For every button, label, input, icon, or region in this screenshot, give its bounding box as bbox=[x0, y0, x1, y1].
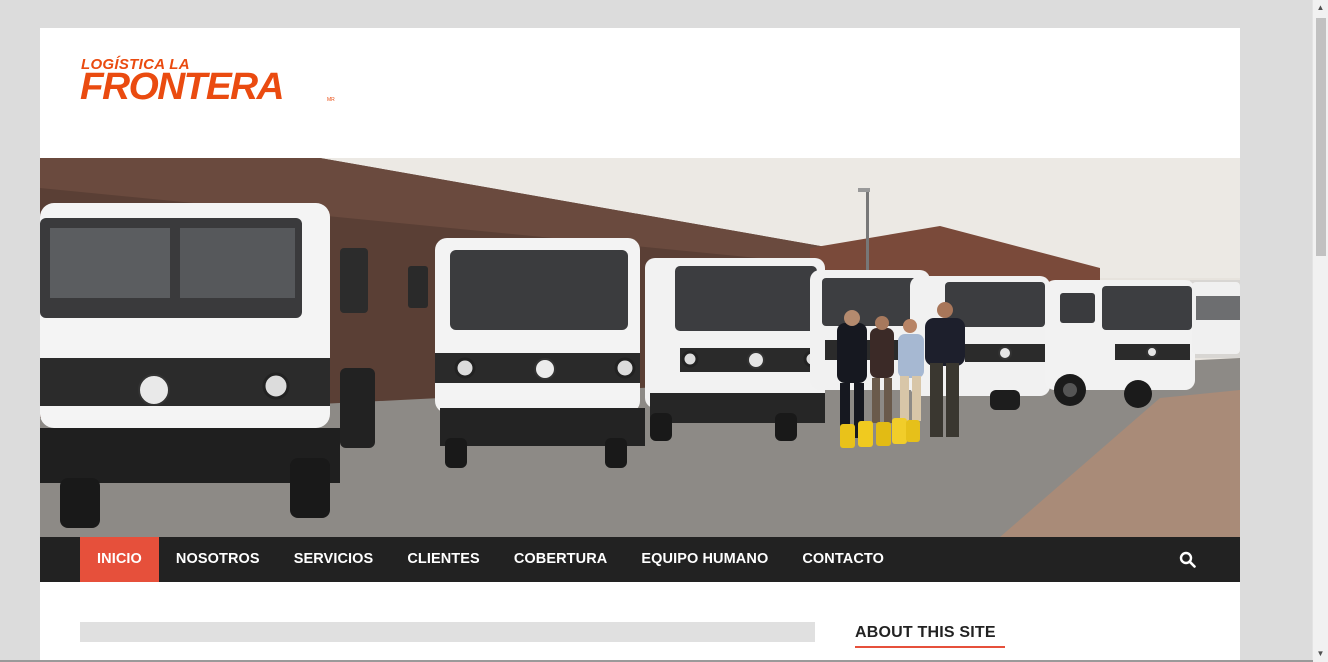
nav-item-cobertura[interactable]: COBERTURA bbox=[497, 537, 625, 582]
site-logo[interactable]: LOGÍSTICA LA FRONTERA MR bbox=[80, 56, 340, 136]
content-placeholder-bar bbox=[80, 622, 815, 642]
widget-title-underline bbox=[855, 646, 1005, 648]
logo-line-2: FRONTERA bbox=[80, 66, 285, 108]
nav-item-contacto[interactable]: CONTACTO bbox=[785, 537, 901, 582]
scroll-up-arrow-icon[interactable]: ▲ bbox=[1313, 0, 1328, 16]
nav-item-clientes[interactable]: CLIENTES bbox=[390, 537, 497, 582]
sidebar-widget-title: ABOUT THIS SITE bbox=[855, 624, 996, 641]
nav-menu: INICIO NOSOTROS SERVICIOS CLIENTES COBER… bbox=[80, 537, 901, 582]
nav-item-nosotros[interactable]: NOSOTROS bbox=[159, 537, 277, 582]
nav-item-inicio[interactable]: INICIO bbox=[80, 537, 159, 582]
trucks-photo bbox=[40, 158, 1240, 537]
scroll-thumb[interactable] bbox=[1316, 18, 1326, 256]
search-icon[interactable] bbox=[1179, 551, 1196, 568]
header-image-trucks bbox=[40, 158, 1240, 537]
nav-item-servicios[interactable]: SERVICIOS bbox=[277, 537, 391, 582]
vertical-scrollbar[interactable]: ▲ ▼ bbox=[1312, 0, 1328, 662]
page-container: LOGÍSTICA LA FRONTERA MR INICIO NOSOTROS… bbox=[40, 28, 1240, 662]
main-navigation: INICIO NOSOTROS SERVICIOS CLIENTES COBER… bbox=[40, 537, 1240, 582]
nav-item-equipo-humano[interactable]: EQUIPO HUMANO bbox=[624, 537, 785, 582]
scroll-down-arrow-icon[interactable]: ▼ bbox=[1313, 646, 1328, 662]
logo-mark: MR bbox=[327, 97, 335, 103]
